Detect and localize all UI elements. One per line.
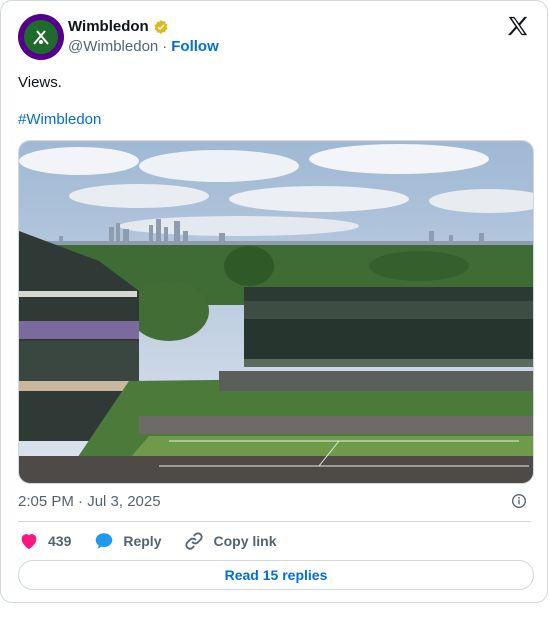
author-name-row[interactable]: Wimbledon [68,18,169,35]
tweet-card: Wimbledon @Wimbledon · Follow Views. #Wi… [0,0,548,603]
action-bar: 439 Reply Copy link [18,529,299,553]
follow-button[interactable]: Follow [171,38,219,55]
author-handle[interactable]: @Wimbledon [68,38,158,55]
x-logo-icon[interactable] [507,15,529,37]
link-icon [185,532,204,550]
copy-link-button[interactable]: Copy link [183,530,277,552]
reply-button[interactable]: Reply [93,530,161,552]
wimbledon-logo-icon [24,20,58,54]
reply-bubble-icon [96,533,113,549]
read-replies-button[interactable]: Read 15 replies [18,560,534,590]
like-count: 439 [48,533,72,549]
info-icon[interactable] [511,493,527,509]
tweet-timestamp[interactable]: 2:05 PM · Jul 3, 2025 [18,493,161,510]
reply-label: Reply [123,533,162,549]
copy-link-label: Copy link [213,533,277,549]
tweet-text: Views. [18,74,62,91]
author-handle-row: @Wimbledon · Follow [68,38,219,55]
hashtag-link[interactable]: #Wimbledon [18,111,101,128]
author-display-name[interactable]: Wimbledon [68,18,149,35]
separator-dot: · [162,38,168,55]
verified-badge-icon [154,19,168,34]
divider [18,521,531,522]
tweet-photo[interactable] [18,140,534,484]
heart-icon [21,534,37,550]
like-button[interactable]: 439 [18,530,71,552]
avatar[interactable] [18,14,64,60]
